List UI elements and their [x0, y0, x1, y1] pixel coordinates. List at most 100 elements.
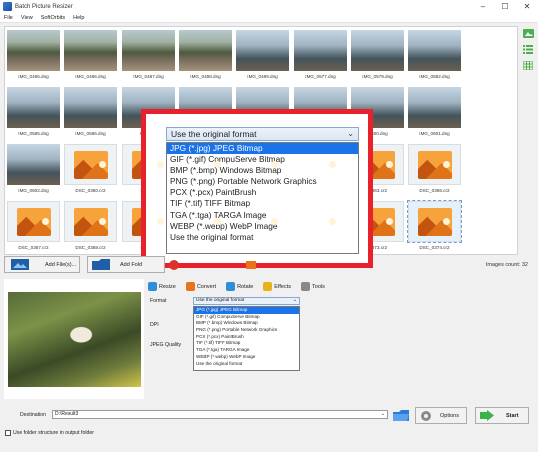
window-title: Batch Picture Resizer — [15, 3, 73, 10]
table-view-icon[interactable] — [523, 60, 534, 70]
thumbnail-filename: IMG_0485.dng — [18, 74, 49, 79]
image-thumbnail[interactable]: IMG_0585.dng — [6, 85, 61, 141]
thumbnail-filename: IMG_0601.dng — [419, 131, 450, 136]
options-label: Options — [440, 412, 459, 419]
start-arrow-icon — [480, 410, 494, 421]
jpeg-quality-label: JPEG Quality — [150, 342, 182, 348]
image-thumbnail[interactable]: IMG_0489.dng — [235, 28, 290, 84]
remove-icon — [169, 259, 179, 270]
image-thumbnail[interactable]: IMG_0602.dng — [6, 142, 61, 198]
options-button[interactable]: Options — [415, 407, 467, 424]
add-folder-icon — [92, 259, 110, 270]
image-thumbnail[interactable]: IMG_0601.dng — [407, 85, 462, 141]
thumbnail-filename: IMG_0488.dng — [190, 74, 221, 79]
thumbnail-filename: DSC_0366.cr2 — [419, 188, 450, 193]
thumbnail-filename: IMG_0489.dng — [247, 74, 278, 79]
preview-image — [8, 292, 141, 387]
image-thumbnail[interactable]: DSC_0360.cr2 — [63, 142, 118, 198]
thumbnail-filename: IMG_0602.dng — [18, 188, 49, 193]
format-label: Format — [150, 298, 167, 304]
image-placeholder-icon — [74, 151, 108, 179]
destination-input[interactable]: D:\Result3 ⌄ — [52, 410, 388, 419]
rotate-icon — [226, 282, 236, 291]
format-option[interactable]: Use the original format — [194, 361, 299, 368]
gear-icon — [421, 410, 431, 421]
tab-convert[interactable]: Convert — [185, 282, 216, 291]
photo-thumbnail-image — [351, 30, 404, 71]
menu-softorbits[interactable]: SoftOrbits — [41, 15, 65, 21]
format-option[interactable]: PCX (*.pcx) PaintBrush — [194, 334, 299, 341]
tab-resize[interactable]: Resize — [148, 282, 176, 291]
raw-file-icon — [408, 144, 461, 185]
destination-bar: Destination D:\Result3 ⌄ Options Start — [0, 405, 538, 429]
image-thumbnail[interactable]: DSC_0366.cr2 — [407, 142, 462, 198]
image-thumbnail[interactable]: IMG_0488.dng — [178, 28, 233, 84]
format-option[interactable]: PCX (*.pcx) PaintBrush — [167, 187, 358, 198]
maximize-button[interactable]: ☐ — [494, 0, 516, 13]
thumbnail-filename: DSC_0360.cr2 — [75, 188, 106, 193]
photo-thumbnail-image — [64, 87, 117, 128]
image-thumbnail[interactable]: DSC_0368.cr2 — [63, 199, 118, 255]
format-option[interactable]: WEBP (*.webp) WebP Image — [194, 354, 299, 361]
image-thumbnail[interactable]: IMG_0586.dng — [63, 85, 118, 141]
tab-label: Tools — [312, 283, 325, 290]
format-option[interactable]: PNG (*.png) Portable Network Graphics — [194, 327, 299, 334]
folder-structure-option[interactable]: Use folder structure in output folder — [5, 430, 94, 436]
image-thumbnail[interactable]: IMG_0485.dng — [6, 28, 61, 84]
tab-effects[interactable]: Effects — [263, 282, 291, 291]
thumbnail-filename: IMG_0585.dng — [18, 131, 49, 136]
image-thumbnail[interactable]: DSC_0374.cr2 — [407, 199, 462, 255]
tab-label: Effects — [274, 283, 292, 290]
browse-folder-button[interactable] — [392, 408, 410, 422]
window-controls: – ☐ ✕ — [472, 0, 538, 13]
image-thumbnail[interactable]: IMG_0577.dng — [293, 28, 348, 84]
image-thumbnail[interactable]: DSC_0367.cr2 — [6, 199, 61, 255]
image-thumbnail[interactable]: IMG_0579.dng — [350, 28, 405, 84]
format-select[interactable]: Use the original format ⌄ — [193, 297, 300, 305]
add-files-button[interactable]: Add File(s)... — [4, 256, 80, 273]
image-thumbnail[interactable]: IMG_0486.dng — [63, 28, 118, 84]
tab-tools[interactable]: Tools — [301, 282, 325, 291]
tab-rotate[interactable]: Rotate — [226, 282, 253, 291]
folder-structure-checkbox[interactable] — [5, 430, 11, 436]
format-option[interactable]: TIF (*.tif) TIFF Bitmap — [194, 340, 299, 347]
app-icon — [3, 2, 12, 11]
raw-file-icon — [64, 201, 117, 242]
folder-icon — [393, 410, 409, 421]
clear-button[interactable] — [244, 256, 304, 273]
minimize-button[interactable]: – — [472, 0, 494, 13]
thumbnail-filename: DSC_0374.cr2 — [419, 245, 450, 250]
resize-icon — [148, 282, 157, 291]
close-button[interactable]: ✕ — [516, 0, 538, 13]
thumbnail-filename: IMG_0577.dng — [305, 74, 336, 79]
thumbnails-view-icon[interactable] — [522, 28, 534, 38]
photo-thumbnail-image — [64, 30, 117, 71]
menu-help[interactable]: Help — [73, 15, 84, 21]
format-option[interactable]: JPG (*.jpg) JPEG Bitmap — [194, 307, 299, 314]
photo-thumbnail-image — [7, 30, 60, 71]
photo-thumbnail-image — [179, 30, 232, 71]
add-folder-button[interactable]: Add Fold — [87, 256, 165, 273]
image-placeholder-icon — [74, 208, 108, 236]
format-option[interactable]: BMP (*.bmp) Windows Bitmap — [194, 320, 299, 327]
image-thumbnail[interactable]: IMG_0582.dng — [407, 28, 462, 84]
photo-thumbnail-image — [236, 30, 289, 71]
format-option[interactable]: PNG (*.png) Portable Network Graphics — [167, 176, 358, 187]
thumbnail-filename: IMG_0486.dng — [75, 74, 106, 79]
add-files-icon — [11, 259, 29, 270]
chevron-down-icon: ⌄ — [380, 411, 385, 417]
destination-value: D:\Result3 — [55, 411, 79, 417]
format-option[interactable]: JPG (*.jpg) JPEG Bitmap — [167, 143, 358, 155]
format-option[interactable]: TGA (*.tga) TARGA Image — [194, 347, 299, 354]
menu-view[interactable]: View — [21, 15, 33, 21]
list-view-icon[interactable] — [523, 44, 534, 54]
format-select-large[interactable]: Use the original format ⌄ — [166, 127, 359, 141]
format-option[interactable]: GIF (*.gif) CompuServe Bitmap — [194, 314, 299, 321]
remove-button[interactable] — [167, 256, 207, 273]
format-option[interactable]: TIF (*.tif) TIFF Bitmap — [167, 198, 358, 209]
format-option[interactable]: Use the original format — [167, 232, 358, 243]
start-button[interactable]: Start — [475, 407, 529, 424]
image-thumbnail[interactable]: IMG_0487.dng — [121, 28, 176, 84]
menu-file[interactable]: File — [4, 15, 13, 21]
effects-icon — [263, 282, 273, 291]
